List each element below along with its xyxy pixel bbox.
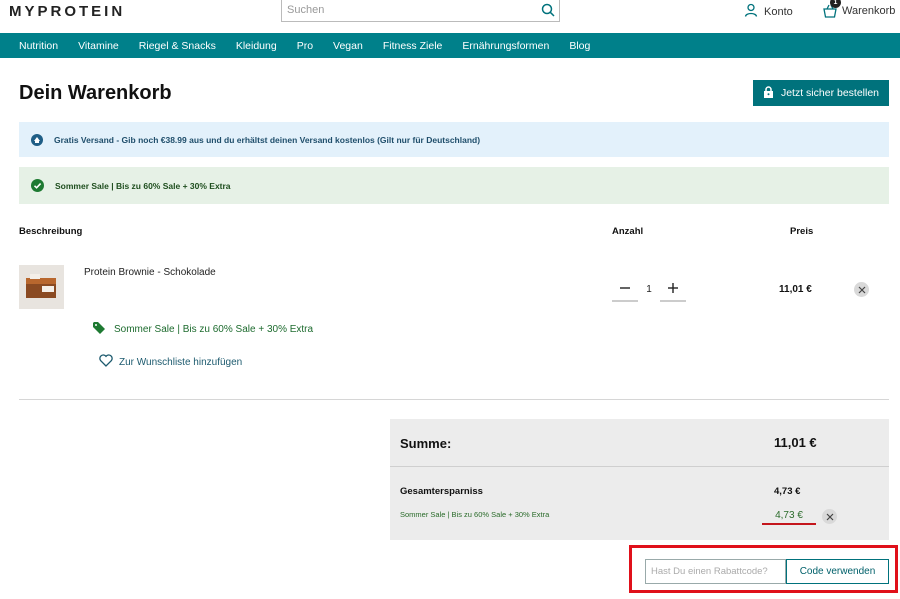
add-to-wishlist-link[interactable]: Zur Wunschliste hinzufügen	[99, 354, 242, 370]
cart-label: Warenkorb	[842, 5, 896, 17]
check-circle-icon	[31, 179, 44, 192]
sale-banner: Sommer Sale | Bis zu 60% Sale + 30% Extr…	[19, 167, 889, 204]
lock-icon	[763, 85, 774, 101]
applied-promo-amount: 4,73 €	[762, 510, 816, 525]
close-icon	[858, 286, 865, 293]
nav-item-blog[interactable]: Blog	[569, 40, 590, 52]
sale-banner-text: Sommer Sale | Bis zu 60% Sale + 30% Extr…	[55, 180, 231, 191]
remove-item-button[interactable]	[854, 282, 869, 297]
close-icon	[826, 513, 833, 520]
item-promo-text: Sommer Sale | Bis zu 60% Sale + 30% Extr…	[114, 324, 314, 335]
cart-count-badge: 1	[830, 0, 841, 8]
nav-item-vitamine[interactable]: Vitamine	[78, 40, 119, 52]
quantity-value: 1	[646, 283, 652, 295]
remove-promo-button[interactable]	[822, 509, 837, 524]
plus-icon	[668, 283, 678, 293]
account-link[interactable]: Konto	[744, 3, 793, 20]
myprotein-logo[interactable]: MYPROTEIN	[9, 3, 125, 20]
shipping-banner: Gratis Versand - Gib noch €38.99 aus und…	[19, 122, 889, 157]
increase-quantity-button[interactable]	[660, 276, 686, 302]
savings-label: Gesamtersparniss	[400, 486, 483, 497]
decrease-quantity-button[interactable]	[612, 276, 638, 302]
checkout-button-label: Jetzt sicher bestellen	[780, 87, 880, 99]
total-label: Summe:	[400, 436, 452, 451]
checkout-button[interactable]: Jetzt sicher bestellen	[753, 80, 889, 106]
account-label: Konto	[764, 5, 793, 18]
nav-item-riegel-snacks[interactable]: Riegel & Snacks	[139, 40, 216, 52]
section-divider	[19, 399, 889, 400]
main-nav: Nutrition Vitamine Riegel & Snacks Kleid…	[0, 33, 900, 58]
shipping-info-icon	[31, 133, 43, 146]
wishlist-label: Zur Wunschliste hinzufügen	[119, 356, 243, 368]
cart-link[interactable]: 1 Warenkorb	[822, 0, 896, 19]
total-value: 11,01 €	[774, 435, 817, 450]
nav-item-pro[interactable]: Pro	[297, 40, 313, 52]
nav-item-fitness-ziele[interactable]: Fitness Ziele	[383, 40, 443, 52]
savings-value: 4,73 €	[774, 486, 801, 497]
nav-item-nutrition[interactable]: Nutrition	[19, 40, 58, 52]
column-header-price: Preis	[790, 226, 814, 237]
heart-icon	[99, 354, 113, 370]
nav-item-ernaehrungsformen[interactable]: Ernährungsformen	[462, 40, 549, 52]
product-thumbnail[interactable]	[19, 265, 64, 309]
product-name[interactable]: Protein Brownie - Schokolade	[84, 267, 216, 278]
summary-divider	[390, 466, 889, 467]
user-icon	[744, 3, 758, 20]
order-summary: Summe: 11,01 € Gesamtersparniss 4,73 € S…	[390, 419, 889, 540]
item-promo: Sommer Sale | Bis zu 60% Sale + 30% Extr…	[93, 322, 313, 337]
minus-icon	[620, 287, 630, 289]
column-header-description: Beschreibung	[19, 226, 83, 237]
quantity-stepper: 1	[612, 276, 686, 302]
shipping-banner-text: Gratis Versand - Gib noch €38.99 aus und…	[54, 134, 481, 145]
applied-promo-name: Sommer Sale | Bis zu 60% Sale + 30% Extr…	[400, 510, 550, 519]
coupon-code-input[interactable]	[645, 559, 786, 584]
page-title: Dein Warenkorb	[19, 82, 172, 104]
basket-icon: 1	[822, 0, 841, 19]
search-input[interactable]	[282, 0, 537, 21]
search-icon[interactable]	[537, 0, 559, 21]
search-bar	[281, 0, 560, 22]
column-header-quantity: Anzahl	[612, 226, 644, 237]
item-price: 11,01 €	[779, 284, 812, 295]
nav-item-kleidung[interactable]: Kleidung	[236, 40, 277, 52]
tag-icon	[93, 322, 106, 337]
apply-coupon-button[interactable]: Code verwenden	[786, 559, 889, 584]
nav-item-vegan[interactable]: Vegan	[333, 40, 363, 52]
